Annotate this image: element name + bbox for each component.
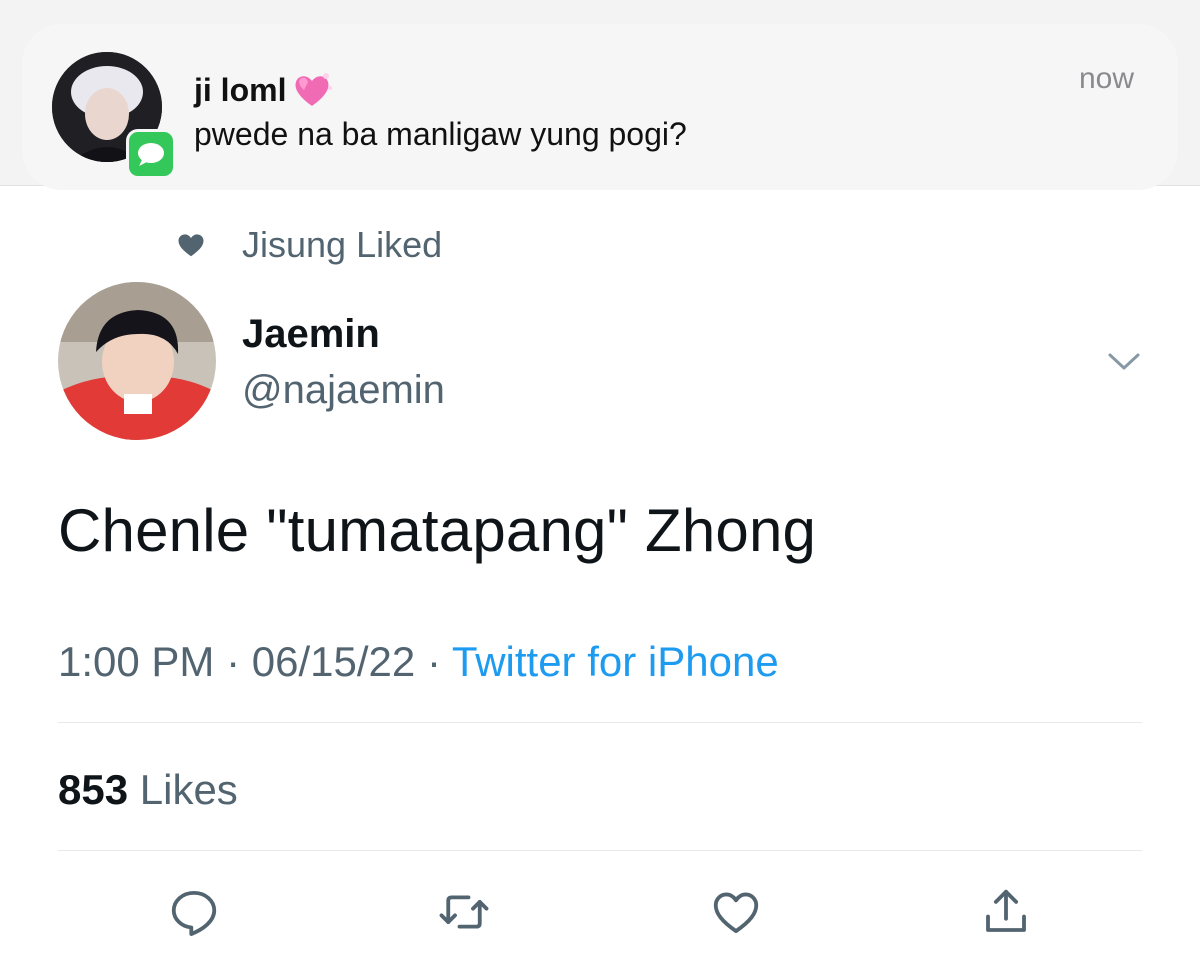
divider [58, 850, 1142, 851]
like-button[interactable] [706, 884, 766, 944]
tweet-time: 1:00 PM [58, 638, 215, 685]
share-button[interactable] [976, 884, 1036, 944]
share-icon [979, 885, 1033, 944]
notification-message: pwede na ba manligaw yung pogi? [194, 116, 687, 152]
author-name[interactable]: Jaemin [242, 312, 380, 357]
heart-icon [176, 230, 206, 260]
social-context-text: Jisung Liked [242, 224, 443, 265]
notification-sender: ji loml [194, 70, 334, 110]
divider [58, 722, 1142, 723]
tweet-date: 06/15/22 [251, 638, 416, 685]
message-notification[interactable]: ji loml pwede na ba manligaw yung pogi? … [22, 24, 1178, 190]
likes-label: Likes [139, 766, 238, 813]
retweet-button[interactable] [434, 884, 494, 944]
likes-count: 853 [58, 766, 129, 813]
likes-stat[interactable]: 853 Likes [58, 766, 238, 814]
author-handle[interactable]: @najaemin [242, 368, 445, 413]
meta-separator: · [226, 638, 241, 685]
sparkling-heart-icon [290, 70, 334, 110]
meta-separator: · [426, 638, 441, 685]
like-icon [709, 885, 763, 944]
retweet-icon [437, 885, 491, 944]
tweet-source-link[interactable]: Twitter for iPhone [452, 638, 779, 685]
tweet-metadata: 1:00 PM · 06/15/22 · Twitter for iPhone [58, 638, 779, 686]
avatar[interactable] [58, 282, 216, 440]
notification-time: now [1078, 62, 1134, 95]
reply-icon [167, 885, 221, 944]
notification-sender-name: ji loml [194, 71, 287, 108]
messages-icon [126, 129, 176, 179]
tweet-text: Chenle "tumatapang" Zhong [58, 497, 817, 564]
reply-button[interactable] [164, 884, 224, 944]
social-context: Jisung Liked [176, 224, 442, 266]
chevron-down-icon[interactable] [1106, 346, 1142, 376]
